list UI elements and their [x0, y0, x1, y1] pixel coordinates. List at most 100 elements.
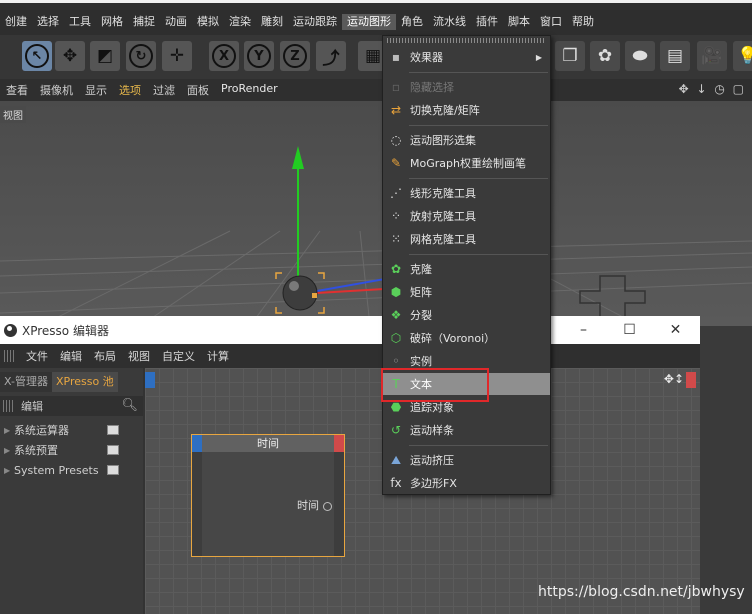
menu-item[interactable]: 选择	[32, 14, 64, 30]
menu-item-linear-clone[interactable]: ⋰ 线形克隆工具	[383, 182, 550, 204]
node-port-time[interactable]: 时间	[297, 497, 332, 513]
input-port-bar[interactable]	[145, 372, 155, 388]
time-node[interactable]: 时间 时间	[191, 434, 345, 557]
floor-button[interactable]: ▤	[660, 41, 690, 71]
pool-item-system-presets[interactable]: ▶ 系统预置	[4, 440, 139, 460]
light-icon: 💡	[737, 46, 752, 66]
menu-item-hide-selection[interactable]: ▫ 隐藏选择	[383, 76, 550, 98]
scale-button[interactable]: ◩	[90, 41, 120, 71]
move-button[interactable]: ✥	[55, 41, 85, 71]
menu-item-effector[interactable]: ▪ 效果器 ▶	[383, 46, 550, 68]
close-button[interactable]: ✕	[653, 316, 698, 344]
expand-arrow-icon[interactable]: ▶	[4, 466, 14, 475]
menu-item[interactable]: 插件	[471, 14, 503, 30]
menu-item[interactable]: 模拟	[192, 14, 224, 30]
menu-item-grid-clone[interactable]: ⁙ 网格克隆工具	[383, 228, 550, 250]
menu-item-weight-brush[interactable]: ✎ MoGraph权重绘制画笔	[383, 152, 550, 174]
viewport-menu-item[interactable]: ProRender	[215, 82, 284, 98]
cube-button[interactable]: ❐	[555, 41, 585, 71]
menu-item[interactable]: 窗口	[535, 14, 567, 30]
menu-item[interactable]: 渲染	[224, 14, 256, 30]
menu-item-mograph-selection[interactable]: ◌ 运动图形选集	[383, 129, 550, 151]
expand-arrow-icon[interactable]: ▶	[4, 446, 14, 455]
menu-item-clone[interactable]: ✿ 克隆	[383, 258, 550, 280]
y-axis-icon: Y	[247, 44, 271, 68]
linear-clone-icon: ⋰	[390, 186, 402, 200]
z-axis-button[interactable]: Z	[280, 41, 310, 71]
menu-tear-off-handle[interactable]	[387, 38, 546, 43]
node-title: 时间	[192, 435, 344, 452]
menu-item[interactable]: 网格	[96, 14, 128, 30]
viewport-menu-item[interactable]: 过滤	[147, 82, 181, 98]
clone-icon: ✿	[390, 262, 402, 276]
viewport-label: 视图	[0, 106, 26, 123]
xpresso-titlebar[interactable]: XPresso 编辑器 – ☐ ✕	[0, 316, 700, 344]
menu-item[interactable]: 帮助	[567, 14, 599, 30]
navigate-icon[interactable]: ✥↕	[664, 372, 684, 386]
menu-file[interactable]: 文件	[20, 348, 54, 364]
menu-calculate[interactable]: 计算	[201, 348, 235, 364]
output-port-bar[interactable]	[686, 372, 696, 388]
viewport-menu-item[interactable]: 摄像机	[34, 82, 79, 98]
deformer-button[interactable]: ⬬	[625, 41, 655, 71]
menu-item-voronoi[interactable]: ⬡ 破碎（Voronoi）	[383, 327, 550, 349]
node-output-port-button[interactable]	[334, 435, 344, 452]
menu-separator	[409, 178, 548, 179]
menu-layout[interactable]: 布局	[88, 348, 122, 364]
viewport-nav-icons[interactable]: ✥ ↓ ◷ ▢	[679, 82, 746, 96]
menu-item-toggle-clone[interactable]: ⇄ 切换克隆/矩阵	[383, 99, 550, 121]
pool-item-system-presets-en[interactable]: ▶ System Presets	[4, 460, 139, 480]
rotate-button[interactable]: ↻	[126, 41, 156, 71]
menu-item-matrix[interactable]: ⬢ 矩阵	[383, 281, 550, 303]
grip-handle-icon[interactable]	[4, 350, 16, 362]
menu-separator	[409, 72, 548, 73]
y-axis-button[interactable]: Y	[244, 41, 274, 71]
menu-item[interactable]: 工具	[64, 14, 96, 30]
menu-custom[interactable]: 自定义	[156, 348, 201, 364]
menu-item[interactable]: 脚本	[503, 14, 535, 30]
menu-item-moextrude[interactable]: ⛰ 运动挤压	[383, 449, 550, 471]
menu-item[interactable]: 动画	[160, 14, 192, 30]
viewport-menu-item[interactable]: 面板	[181, 82, 215, 98]
menu-item[interactable]: 捕捉	[128, 14, 160, 30]
matrix-icon: ⬢	[390, 285, 402, 299]
menu-view[interactable]: 视图	[122, 348, 156, 364]
minimize-button[interactable]: –	[561, 316, 606, 344]
coordinate-system-button[interactable]: ⤴	[316, 41, 346, 71]
mospline-icon: ↺	[390, 423, 402, 437]
node-input-port-button[interactable]	[192, 435, 202, 452]
grip-handle-icon[interactable]	[3, 400, 15, 412]
menu-edit[interactable]: 编辑	[54, 348, 88, 364]
menu-item-polyfx[interactable]: fx 多边形FX	[383, 472, 550, 494]
x-axis-button[interactable]: X	[209, 41, 239, 71]
menu-item[interactable]: 创建	[0, 14, 32, 30]
menu-item[interactable]: 运动图形	[342, 14, 396, 30]
viewport-menu-item[interactable]: 查看	[0, 82, 34, 98]
menu-item[interactable]: 角色	[396, 14, 428, 30]
menu-item[interactable]: 运动跟踪	[288, 14, 342, 30]
menu-item[interactable]: 雕刻	[256, 14, 288, 30]
cloner-button[interactable]: ✿	[590, 41, 620, 71]
y-axis-arrow	[292, 146, 304, 169]
tab-x-manager[interactable]: X-管理器	[0, 372, 52, 392]
menu-item-label: 多边形FX	[410, 477, 457, 490]
pool-item-system-operators[interactable]: ▶ 系统运算器	[4, 420, 139, 440]
tab-xpresso-pool[interactable]: XPresso 池	[51, 372, 118, 392]
main-toolbar: ↖ ✥ ◩ ↻ ✛ X Y Z ⤴ ▦ ❐ ✿ ⬬ ▤ 🎥 💡	[0, 35, 752, 79]
menu-item-mospline[interactable]: ↺ 运动样条	[383, 419, 550, 441]
viewport-menu-item[interactable]: 选项	[113, 82, 147, 98]
3d-viewport[interactable]: 视图	[0, 101, 752, 326]
expand-arrow-icon[interactable]: ▶	[4, 426, 14, 435]
viewport-menu-item[interactable]: 显示	[79, 82, 113, 98]
menu-item[interactable]: 流水线	[428, 14, 471, 30]
menu-item-radial-clone[interactable]: ⁘ 放射克隆工具	[383, 205, 550, 227]
search-icon[interactable]: 🔍︎	[121, 398, 138, 413]
move-alt-button[interactable]: ✛	[162, 41, 192, 71]
menu-item-fracture[interactable]: ❖ 分裂	[383, 304, 550, 326]
edit-menu[interactable]: 编辑	[21, 398, 43, 414]
camera-button[interactable]: 🎥	[697, 41, 727, 71]
maximize-button[interactable]: ☐	[607, 316, 652, 344]
sphere-object	[282, 275, 318, 311]
cursor-button[interactable]: ↖	[22, 41, 52, 71]
light-button[interactable]: 💡	[733, 41, 752, 71]
